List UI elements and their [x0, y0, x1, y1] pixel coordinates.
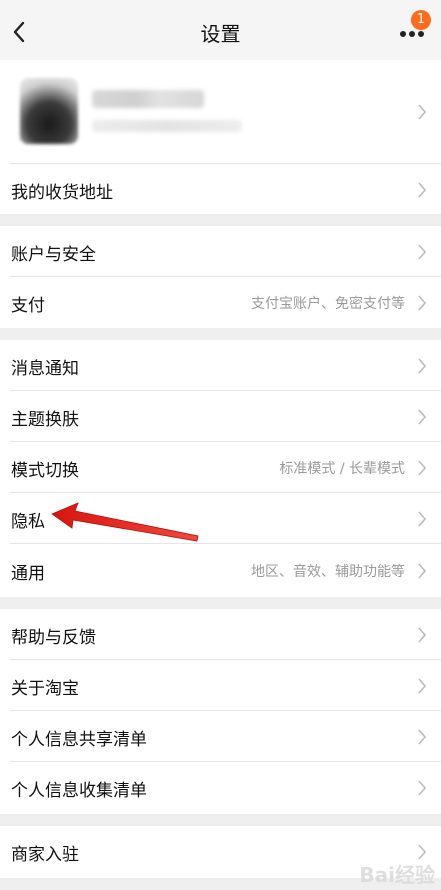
chevron-right-icon [418, 358, 427, 374]
chevron-right-icon [418, 182, 427, 198]
theme-row[interactable]: 主题换肤 [0, 391, 441, 442]
more-button[interactable]: 1 [397, 10, 431, 50]
privacy-row[interactable]: 隐私 [0, 493, 441, 544]
privacy-label: 隐私 [11, 512, 45, 532]
chevron-right-icon [418, 844, 427, 860]
mode-switch-row[interactable]: 模式切换 标准模式 / 长辈模式 [0, 442, 441, 493]
help-feedback-label: 帮助与反馈 [11, 628, 96, 648]
info-collect-list-label: 个人信息收集清单 [11, 781, 147, 801]
watermark: Bai经验 [359, 863, 435, 887]
info-share-list-label: 个人信息共享清单 [11, 730, 147, 750]
user-subtitle-blurred [92, 120, 242, 132]
merchant-join-label: 商家入驻 [11, 845, 79, 865]
chevron-right-icon [418, 729, 427, 745]
chevron-right-icon [418, 511, 427, 527]
payment-row[interactable]: 支付 支付宝账户、免密支付等 [0, 277, 441, 328]
address-label: 我的收货地址 [11, 183, 113, 203]
chevron-right-icon [418, 104, 427, 120]
payment-label: 支付 [11, 296, 45, 316]
general-value: 地区、音效、辅助功能等 [251, 564, 405, 580]
top-bar: 设置 1 [0, 0, 441, 60]
chevron-right-icon [418, 678, 427, 694]
general-label: 通用 [11, 564, 45, 584]
address-row[interactable]: 我的收货地址 [0, 164, 441, 215]
help-feedback-row[interactable]: 帮助与反馈 [0, 609, 441, 660]
account-security-row[interactable]: 账户与安全 [0, 226, 441, 277]
page-title: 设置 [200, 22, 241, 46]
chevron-right-icon [418, 295, 427, 311]
account-security-label: 账户与安全 [11, 245, 96, 265]
chevron-right-icon [418, 244, 427, 260]
notifications-row[interactable]: 消息通知 [0, 340, 441, 391]
more-dots-icon [400, 31, 424, 37]
info-share-list-row[interactable]: 个人信息共享清单 [0, 711, 441, 762]
mode-switch-label: 模式切换 [11, 461, 79, 481]
payment-value: 支付宝账户、免密支付等 [251, 296, 405, 312]
profile-row[interactable] [0, 60, 441, 164]
mode-switch-value: 标准模式 / 长辈模式 [279, 461, 405, 477]
chevron-right-icon [418, 627, 427, 643]
theme-label: 主题换肤 [11, 410, 79, 430]
about-label: 关于淘宝 [11, 679, 79, 699]
chevron-right-icon [418, 409, 427, 425]
notification-badge: 1 [411, 10, 431, 30]
about-row[interactable]: 关于淘宝 [0, 660, 441, 711]
info-collect-list-row[interactable]: 个人信息收集清单 [0, 762, 441, 813]
chevron-right-icon [418, 460, 427, 476]
chevron-right-icon [418, 780, 427, 796]
username-blurred [92, 90, 204, 108]
chevron-right-icon [418, 563, 427, 579]
general-row[interactable]: 通用 地区、音效、辅助功能等 [0, 545, 441, 596]
notifications-label: 消息通知 [11, 359, 79, 379]
avatar [20, 78, 78, 144]
